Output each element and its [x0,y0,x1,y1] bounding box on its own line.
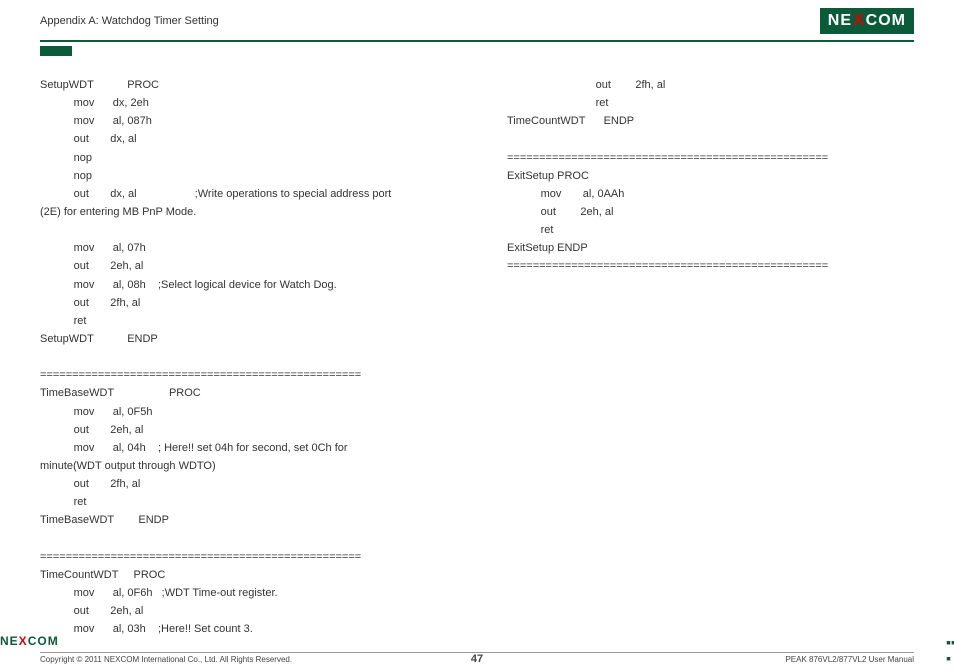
accent-block [40,46,72,56]
footer-squares-icon: ▪ ▪▪ [946,634,954,666]
logo-ne: NE [828,12,852,30]
code-line: out 2eh, al [40,602,447,620]
code-line: mov al, 07h [40,239,447,257]
page-number: 47 [471,653,483,665]
left-column: SetupWDT PROC mov dx, 2eh mov al, 087h o… [40,76,477,638]
logo-x: X [853,12,865,30]
code-line: ========================================… [507,149,914,167]
code-line: SetupWDT PROC [40,76,447,94]
code-line: ExitSetup PROC [507,167,914,185]
code-line: ret [40,493,447,511]
code-line: mov al, 0F6h ;WDT Time-out register. [40,584,447,602]
code-line: (2E) for entering MB PnP Mode. [40,203,447,221]
code-line: ret [507,94,914,112]
code-line: TimeBaseWDT ENDP [40,511,447,529]
appendix-title: Appendix A: Watchdog Timer Setting [40,15,219,27]
code-content: SetupWDT PROC mov dx, 2eh mov al, 087h o… [0,56,954,638]
code-line: out 2fh, al [40,294,447,312]
code-line: nop [40,167,447,185]
nexcom-logo: NEXCOM [820,8,914,34]
code-line: out dx, al ;Write operations to special … [40,185,447,203]
code-line [507,130,914,148]
code-line: mov dx, 2eh [40,94,447,112]
code-line: mov al, 087h [40,112,447,130]
code-line: SetupWDT ENDP [40,330,447,348]
code-line: minute(WDT output through WDTO) [40,457,447,475]
code-line [40,530,447,548]
code-line: out 2eh, al [507,203,914,221]
code-line: mov al, 08h ;Select logical device for W… [40,276,447,294]
code-line: out dx, al [40,130,447,148]
code-line: ret [40,312,447,330]
code-line: TimeCountWDT PROC [40,566,447,584]
footer-logo: NEXCOM [0,634,59,648]
code-line: out 2fh, al [40,475,447,493]
code-line: mov al, 04h ; Here!! set 04h for second,… [40,439,447,457]
code-line [40,221,447,239]
code-line: ========================================… [40,548,447,566]
code-line [40,348,447,366]
code-line: TimeBaseWDT PROC [40,384,447,402]
code-line: out 2eh, al [40,421,447,439]
code-line: mov al, 0F5h [40,403,447,421]
right-column: out 2fh, al retTimeCountWDT ENDP =======… [477,76,914,638]
copyright-text: Copyright © 2011 NEXCOM International Co… [40,655,292,664]
code-line: ========================================… [507,257,914,275]
code-line: ret [507,221,914,239]
code-line: mov al, 03h ;Here!! Set count 3. [40,620,447,638]
manual-name: PEAK 876VL2/877VL2 User Manual [785,655,914,664]
code-line: out 2fh, al [507,76,914,94]
header-divider [40,40,914,42]
code-line: nop [40,149,447,167]
code-line: ========================================… [40,366,447,384]
code-line: mov al, 0AAh [507,185,914,203]
code-line: out 2eh, al [40,257,447,275]
logo-com: COM [866,12,906,30]
code-line: TimeCountWDT ENDP [507,112,914,130]
code-line: ExitSetup ENDP [507,239,914,257]
